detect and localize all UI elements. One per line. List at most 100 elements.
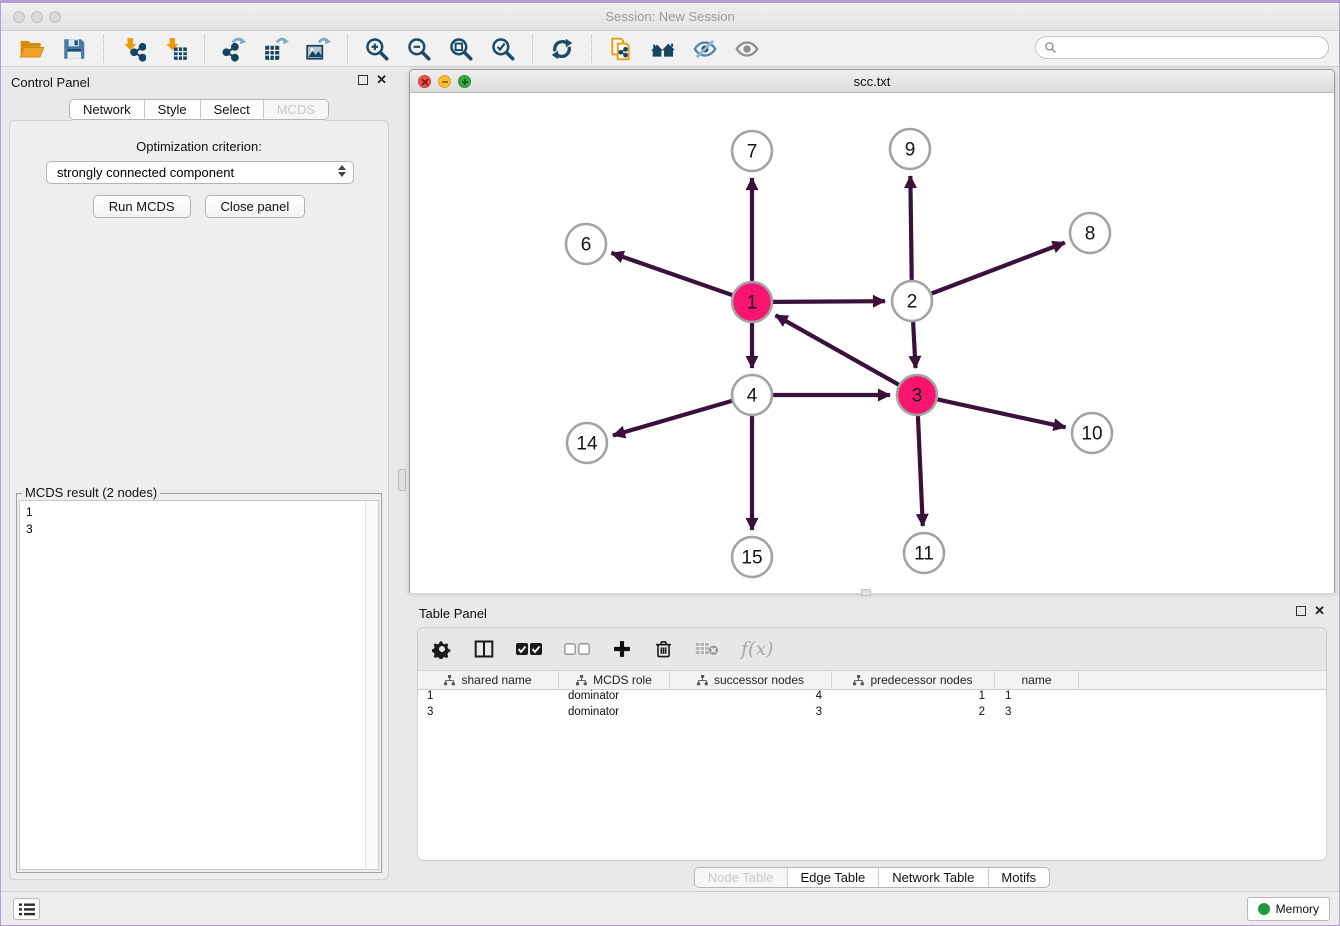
search-input[interactable] — [1062, 41, 1320, 55]
status-bar: Memory — [1, 891, 1339, 925]
mcds-tab-content: Optimization criterion: strongly connect… — [9, 120, 389, 880]
table-row[interactable]: 3 dominator 3 2 3 — [418, 706, 1326, 722]
list-icon — [19, 903, 35, 916]
graph-edge-1-6[interactable] — [611, 253, 732, 295]
export-network-icon[interactable] — [219, 35, 249, 63]
export-image-icon[interactable] — [303, 35, 333, 63]
toolbar-separator — [204, 35, 205, 63]
tab-network-table[interactable]: Network Table — [879, 868, 988, 887]
split-panel-icon[interactable] — [474, 637, 494, 661]
table-row[interactable]: 1 dominator 4 1 1 — [418, 690, 1326, 706]
tab-style[interactable]: Style — [145, 100, 201, 119]
float-panel-icon[interactable] — [358, 75, 368, 85]
application-window: Session: New Session — [0, 0, 1340, 926]
close-panel-button[interactable]: Close panel — [205, 195, 306, 218]
hierarchy-icon — [853, 675, 864, 686]
cell-shared-name[interactable]: 3 — [418, 706, 559, 722]
import-table-icon[interactable] — [160, 35, 190, 63]
task-history-button[interactable] — [13, 898, 40, 920]
function-builder-icon[interactable]: f(x) — [741, 637, 774, 661]
mcds-result-list[interactable]: 1 3 — [19, 500, 379, 870]
clone-network-icon[interactable] — [606, 35, 636, 63]
column-header-successor-nodes[interactable]: successor nodes — [670, 671, 832, 689]
import-network-icon[interactable] — [118, 35, 148, 63]
graph-edge-3-10[interactable] — [938, 399, 1066, 427]
mcds-result-group: MCDS result (2 nodes) 1 3 — [16, 493, 382, 873]
cell-mcds-role[interactable]: dominator — [559, 706, 670, 722]
graph-node-label-2: 2 — [907, 292, 918, 313]
close-table-panel-icon[interactable]: ✕ — [1314, 606, 1325, 616]
memory-button[interactable]: Memory — [1247, 897, 1330, 921]
control-panel: Control Panel ✕ Network Style Select MCD… — [1, 68, 397, 892]
tab-node-table[interactable]: Node Table — [695, 868, 788, 887]
graph-edge-3-11[interactable] — [918, 416, 923, 526]
apply-layout-icon[interactable] — [547, 35, 577, 63]
cell-shared-name[interactable]: 1 — [418, 690, 559, 706]
column-header-shared-name[interactable]: shared name — [418, 671, 559, 689]
tab-mcds[interactable]: MCDS — [264, 100, 328, 119]
tab-network[interactable]: Network — [70, 100, 145, 119]
close-panel-icon[interactable]: ✕ — [376, 75, 387, 85]
hierarchy-icon — [444, 675, 455, 686]
zoom-fit-icon[interactable] — [446, 35, 476, 63]
column-header-name[interactable]: name — [995, 671, 1079, 689]
column-label: shared name — [461, 673, 531, 687]
search-box[interactable] — [1035, 36, 1329, 59]
cell-successor-nodes[interactable]: 4 — [670, 690, 832, 706]
criterion-select[interactable]: strongly connected component — [46, 161, 354, 184]
cell-name[interactable]: 3 — [995, 706, 1079, 722]
graph-edge-2-3[interactable] — [913, 322, 915, 368]
graph-node-label-15: 15 — [741, 548, 762, 569]
cell-mcds-role[interactable]: dominator — [559, 690, 670, 706]
hide-details-icon[interactable] — [690, 35, 720, 63]
mcds-result-value: 3 — [26, 521, 372, 538]
graph-edge-2-9[interactable] — [910, 176, 911, 280]
settings-gear-icon[interactable] — [432, 637, 452, 661]
save-session-icon[interactable] — [59, 35, 89, 63]
delete-table-icon[interactable] — [695, 637, 719, 661]
column-label: successor nodes — [714, 673, 804, 687]
horizontal-splitter-handle[interactable] — [861, 589, 871, 596]
memory-label: Memory — [1276, 902, 1319, 916]
zoom-out-icon[interactable] — [404, 35, 434, 63]
graph-edge-2-8[interactable] — [932, 243, 1065, 294]
cell-successor-nodes[interactable]: 3 — [670, 706, 832, 722]
graph-node-label-14: 14 — [576, 434, 598, 455]
cell-name[interactable]: 1 — [995, 690, 1079, 706]
float-table-panel-icon[interactable] — [1296, 606, 1306, 616]
search-icon — [1044, 41, 1057, 54]
column-label: name — [1021, 673, 1051, 687]
column-label: MCDS role — [593, 673, 652, 687]
tab-edge-table[interactable]: Edge Table — [787, 868, 879, 887]
select-all-columns-icon[interactable] — [516, 637, 542, 661]
table-panel: Table Panel ✕ — [409, 599, 1335, 892]
unselect-all-columns-icon[interactable] — [564, 637, 590, 661]
graph-edge-3-1[interactable] — [776, 315, 899, 384]
cell-predecessor-nodes[interactable]: 2 — [832, 706, 995, 722]
vertical-splitter-handle[interactable] — [398, 469, 406, 491]
network-graph-canvas[interactable]: 7968124314101511 — [410, 93, 1334, 593]
cell-predecessor-nodes[interactable]: 1 — [832, 690, 995, 706]
column-header-predecessor-nodes[interactable]: predecessor nodes — [832, 671, 995, 689]
table-toolbar: f(x) — [418, 628, 1326, 671]
tab-select[interactable]: Select — [201, 100, 264, 119]
graph-edge-4-14[interactable] — [613, 401, 732, 436]
node-table-container: f(x) shared name MCDS role successor nod… — [417, 627, 1327, 861]
delete-column-icon[interactable] — [654, 637, 673, 661]
column-header-mcds-role[interactable]: MCDS role — [559, 671, 670, 689]
network-window-title-bar[interactable]: scc.txt — [410, 70, 1334, 93]
toolbar-separator — [347, 35, 348, 63]
zoom-in-icon[interactable] — [362, 35, 392, 63]
network-overview-icon[interactable] — [648, 35, 678, 63]
show-details-icon[interactable] — [732, 35, 762, 63]
open-file-icon[interactable] — [17, 35, 47, 63]
result-scrollbar[interactable] — [365, 501, 378, 869]
run-mcds-button[interactable]: Run MCDS — [93, 195, 191, 218]
tab-motifs[interactable]: Motifs — [988, 868, 1049, 887]
add-column-icon[interactable] — [612, 637, 632, 661]
graph-edge-1-2[interactable] — [773, 301, 885, 302]
export-table-icon[interactable] — [261, 35, 291, 63]
zoom-selected-icon[interactable] — [488, 35, 518, 63]
toolbar-separator — [103, 35, 104, 63]
graph-node-label-8: 8 — [1085, 224, 1096, 245]
